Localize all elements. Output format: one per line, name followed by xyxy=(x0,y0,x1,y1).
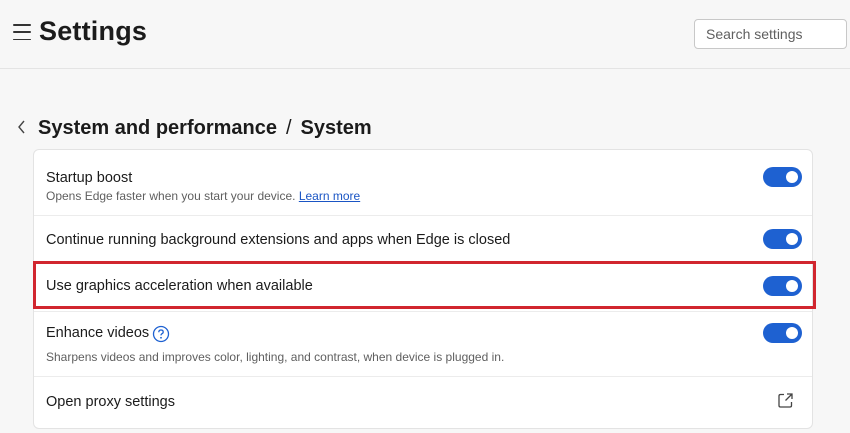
toggle-knob xyxy=(786,171,798,183)
enhance-videos-toggle[interactable] xyxy=(763,323,802,343)
breadcrumb-current: System xyxy=(300,117,372,139)
divider xyxy=(34,215,812,216)
startup-boost-toggle[interactable] xyxy=(763,167,802,187)
divider xyxy=(34,376,812,377)
toggle-knob xyxy=(786,327,798,339)
startup-boost-description: Opens Edge faster when you start your de… xyxy=(46,189,360,203)
breadcrumb-separator: / xyxy=(285,117,292,139)
toggle-knob xyxy=(786,280,798,292)
chevron-left-icon[interactable] xyxy=(14,117,30,137)
page-title: Settings xyxy=(39,16,148,46)
background-extensions-toggle[interactable] xyxy=(763,229,802,249)
divider xyxy=(34,263,812,264)
background-extensions-label: Continue running background extensions a… xyxy=(46,232,511,248)
help-circle-icon[interactable] xyxy=(152,325,170,343)
hamburger-menu-icon[interactable] xyxy=(13,24,31,40)
toggle-knob xyxy=(786,233,798,245)
enhance-videos-description: Sharpens videos and improves color, ligh… xyxy=(46,350,505,364)
external-link-icon[interactable] xyxy=(777,392,794,409)
divider xyxy=(34,311,812,312)
graphics-acceleration-toggle[interactable] xyxy=(763,276,802,296)
proxy-settings-label[interactable]: Open proxy settings xyxy=(46,394,175,410)
breadcrumb-parent[interactable]: System and performance xyxy=(38,117,277,140)
top-bar: Settings xyxy=(0,0,850,69)
learn-more-link[interactable]: Learn more xyxy=(299,189,360,203)
startup-boost-label: Startup boost xyxy=(46,170,133,186)
breadcrumb: System and performance / System xyxy=(38,117,372,140)
search-input[interactable] xyxy=(694,19,847,49)
graphics-acceleration-label: Use graphics acceleration when available xyxy=(46,278,313,294)
enhance-videos-label: Enhance videos xyxy=(46,325,150,341)
startup-boost-description-text: Opens Edge faster when you start your de… xyxy=(46,189,296,203)
